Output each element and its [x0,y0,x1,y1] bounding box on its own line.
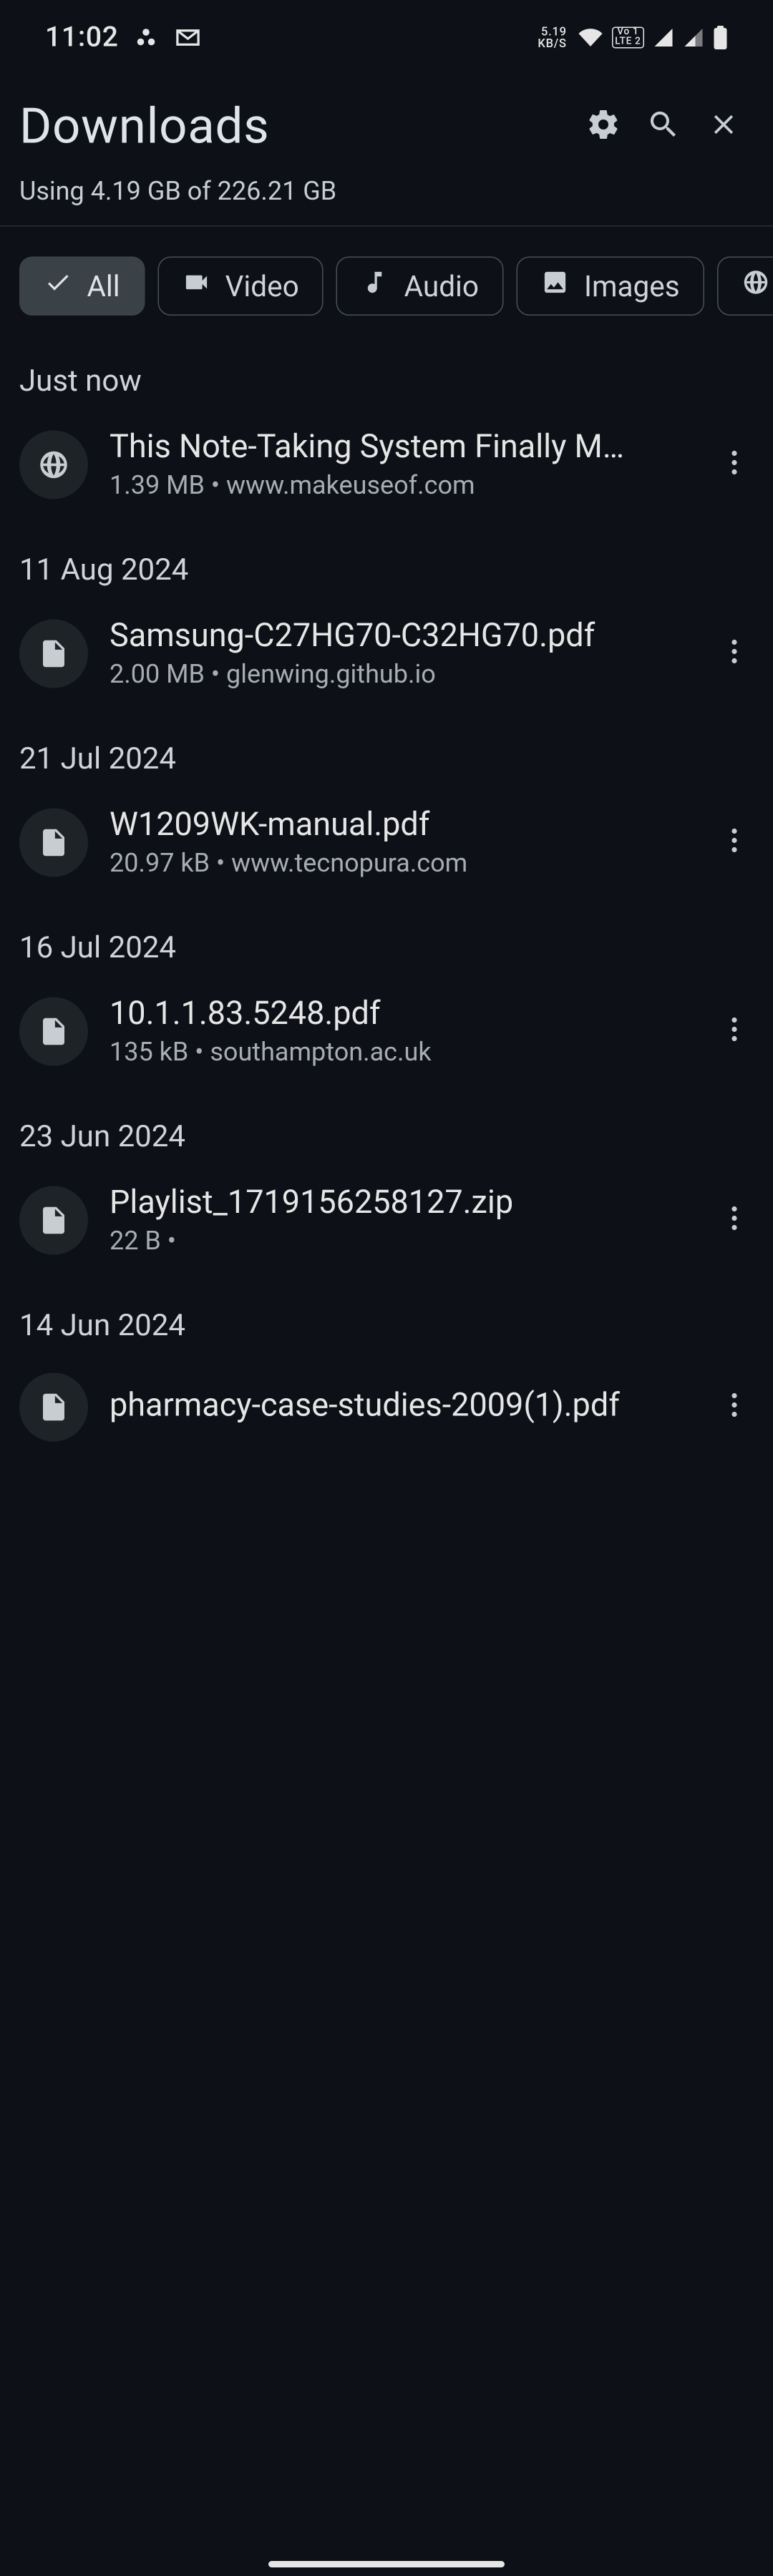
file-meta: 20.97 kBwww.tecnopura.com [110,848,687,878]
chip-label: Video [225,269,299,303]
image-icon [541,268,569,304]
close-button[interactable] [694,97,754,157]
search-button[interactable] [633,97,694,157]
file-icon [19,1373,88,1442]
section-header: Just now [0,331,773,409]
chip-label: Images [584,269,680,303]
page-title: Downloads [19,98,573,156]
storage-usage-line: Using 4.19 GB of 226.21 GB [0,167,773,227]
more-vert-icon [730,1391,739,1423]
signal-icon [653,27,674,49]
gear-icon [586,107,621,146]
file-meta: 1.39 MBwww.makeuseof.com [110,470,687,500]
video-icon [183,268,210,304]
chip-label: Audio [404,269,479,303]
filter-chip-more[interactable] [717,257,773,316]
gesture-nav-handle[interactable] [268,2561,505,2567]
filter-chip-audio[interactable]: Audio [336,257,503,316]
list-item[interactable]: pharmacy-case-studies-2009(1).pdf [0,1354,773,1461]
list-item[interactable]: 10.1.1.83.5248.pdf 135 kBsouthampton.ac.… [0,976,773,1087]
file-name: pharmacy-case-studies-2009(1).pdf [110,1386,687,1424]
file-icon [19,808,88,877]
globe-icon [742,268,770,304]
file-name: Playlist_1719156258127.zip [110,1184,687,1222]
app-bar: Downloads [0,75,773,167]
filter-chip-images[interactable]: Images [517,257,705,316]
close-icon [708,109,740,145]
settings-button[interactable] [573,97,633,157]
more-vert-icon [730,1015,739,1047]
section-header: 11 Aug 2024 [0,519,773,598]
list-item[interactable]: W1209WK-manual.pdf 20.97 kBwww.tecnopura… [0,787,773,898]
more-options-button[interactable] [709,439,760,490]
filter-chip-all[interactable]: All [19,257,145,316]
more-options-button[interactable] [709,628,760,679]
list-item[interactable]: Samsung-C27HG70-C32HG70.pdf 2.00 MBglenw… [0,598,773,709]
battery-icon [713,26,728,49]
volte-badge-icon: Vo 1 LTE 2 [612,27,644,49]
file-icon [19,997,88,1065]
file-name: W1209WK-manual.pdf [110,806,687,844]
audio-icon [361,268,389,304]
more-vert-icon [730,826,739,858]
search-icon [646,107,681,146]
file-meta: 22 B [110,1226,687,1256]
app-notification-dots-icon [134,25,160,51]
signal-icon-2 [683,27,704,49]
file-meta: 2.00 MBglenwing.github.io [110,659,687,689]
filter-chip-video[interactable]: Video [157,257,324,316]
wifi-icon [578,26,603,49]
check-icon [44,268,72,304]
file-icon [19,619,88,688]
section-header: 14 Jun 2024 [0,1275,773,1354]
file-meta: 135 kBsouthampton.ac.uk [110,1037,687,1067]
file-name: This Note-Taking System Finally M… [110,429,687,467]
more-options-button[interactable] [709,816,760,868]
filter-chips: All Video Audio Images [0,227,773,331]
data-rate: 5.19 KB/S [538,26,566,49]
section-header: 23 Jun 2024 [0,1086,773,1165]
gmail-icon [175,24,203,52]
list-item[interactable]: Playlist_1719156258127.zip 22 B [0,1165,773,1276]
globe-icon [19,430,88,499]
file-name: 10.1.1.83.5248.pdf [110,995,687,1033]
section-header: 16 Jul 2024 [0,897,773,976]
more-options-button[interactable] [709,1194,760,1246]
list-item[interactable]: This Note-Taking System Finally M… 1.39 … [0,409,773,520]
more-vert-icon [730,448,739,480]
more-vert-icon [730,637,739,669]
more-vert-icon [730,1204,739,1236]
status-time: 11:02 [45,21,119,54]
downloads-list: Just now This Note-Taking System Finally… [0,331,773,1461]
file-icon [19,1186,88,1254]
status-bar: 11:02 5.19 KB/S Vo 1 LTE 2 [0,0,773,75]
more-options-button[interactable] [709,1005,760,1057]
more-options-button[interactable] [709,1382,760,1433]
chip-label: All [87,269,120,303]
section-header: 21 Jul 2024 [0,708,773,787]
file-name: Samsung-C27HG70-C32HG70.pdf [110,618,687,655]
